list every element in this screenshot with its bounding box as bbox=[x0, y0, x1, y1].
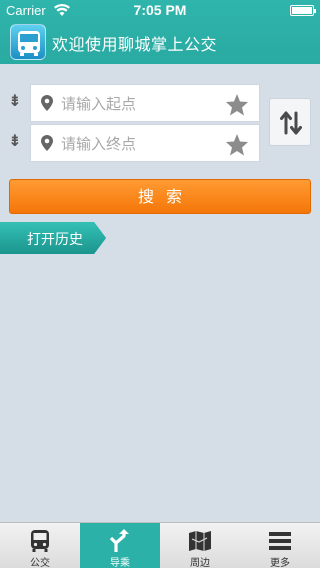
tab-label: 导乘 bbox=[110, 558, 130, 568]
search-button[interactable]: 搜索 bbox=[9, 179, 311, 214]
start-field[interactable] bbox=[30, 84, 260, 122]
swap-arrows-icon bbox=[280, 111, 302, 135]
status-time: 7:05 PM bbox=[133, 2, 187, 18]
page-title: 欢迎使用聊城掌上公交 bbox=[52, 35, 218, 54]
bus-icon bbox=[31, 530, 49, 552]
end-input[interactable] bbox=[61, 131, 211, 157]
swap-button[interactable] bbox=[269, 98, 311, 146]
end-field[interactable] bbox=[30, 124, 260, 162]
location-pin-icon bbox=[41, 135, 53, 151]
favorite-star-icon[interactable] bbox=[225, 133, 249, 157]
map-icon bbox=[189, 531, 211, 551]
app-header: 欢迎使用聊城掌上公交 bbox=[0, 20, 320, 64]
tab-label: 更多 bbox=[270, 558, 290, 568]
history-label: 打开历史 bbox=[27, 232, 83, 248]
route-arrow-icon bbox=[109, 529, 129, 552]
menu-icon bbox=[269, 532, 291, 550]
start-marker-icon: ⇟ bbox=[8, 91, 22, 110]
open-history-button[interactable]: 打开历史 bbox=[0, 222, 106, 254]
location-pin-icon bbox=[41, 95, 53, 111]
tab-label: 周边 bbox=[190, 558, 210, 568]
tab-nearby[interactable]: 周边 bbox=[160, 523, 240, 568]
status-bar: Carrier 7:05 PM bbox=[0, 0, 320, 20]
bus-logo-icon bbox=[10, 24, 46, 60]
tab-guide[interactable]: 导乘 bbox=[80, 523, 160, 568]
tab-bus[interactable]: 公交 bbox=[0, 523, 80, 568]
favorite-star-icon[interactable] bbox=[225, 93, 249, 117]
tab-bar: 公交 导乘 周边 更多 bbox=[0, 522, 320, 568]
start-input[interactable] bbox=[61, 91, 211, 117]
top-bar: Carrier 7:05 PM 欢迎使用聊城掌上公交 bbox=[0, 0, 320, 64]
tab-more[interactable]: 更多 bbox=[240, 523, 320, 568]
tab-label: 公交 bbox=[30, 558, 50, 568]
end-marker-icon: ⇟ bbox=[8, 131, 22, 150]
battery-icon bbox=[290, 5, 316, 16]
